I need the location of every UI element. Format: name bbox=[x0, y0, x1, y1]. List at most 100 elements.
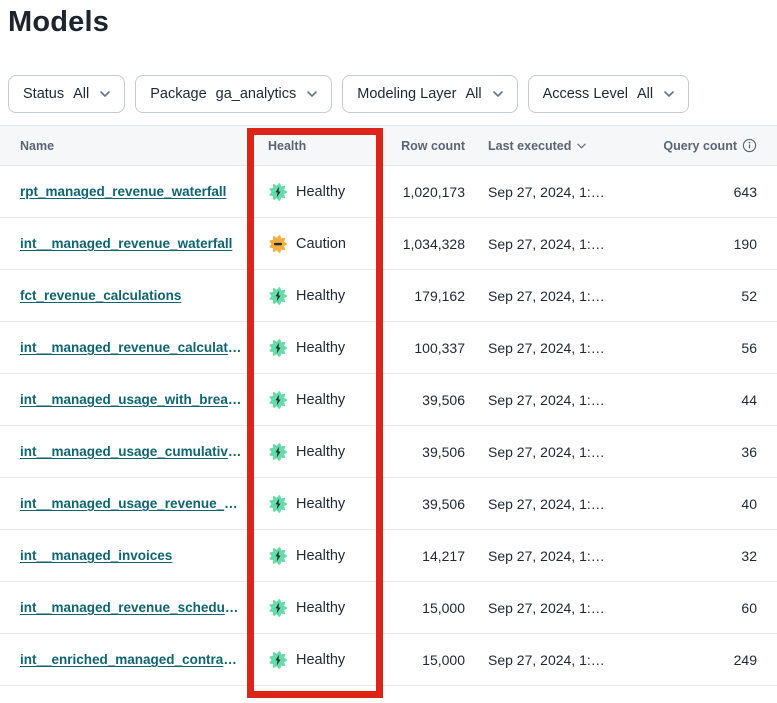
filter-package[interactable]: Package ga_analytics bbox=[135, 75, 332, 113]
health-label: Healthy bbox=[296, 496, 345, 512]
model-name-link[interactable]: int__enriched_managed_contracts bbox=[20, 652, 242, 667]
row-count-cell: 39,506 bbox=[383, 392, 473, 408]
chevron-down-icon bbox=[493, 91, 503, 97]
row-count-cell: 39,506 bbox=[383, 444, 473, 460]
filter-modeling-layer[interactable]: Modeling Layer All bbox=[342, 75, 517, 113]
health-badge-icon bbox=[268, 286, 288, 306]
info-icon[interactable] bbox=[742, 138, 757, 153]
model-name-link[interactable]: int__managed_usage_cumulative_… bbox=[20, 444, 242, 459]
last-executed-cell: Sep 27, 2024, 1:… bbox=[473, 340, 648, 356]
filter-label: Status bbox=[23, 86, 64, 102]
filter-value: All bbox=[637, 86, 653, 102]
filter-label: Access Level bbox=[543, 86, 628, 102]
query-count-cell: 40 bbox=[648, 496, 777, 512]
models-table: Name Health Row count Last executed Quer… bbox=[0, 125, 777, 686]
column-header-name: Name bbox=[0, 139, 250, 153]
health-label: Healthy bbox=[296, 340, 345, 356]
health-cell: Healthy bbox=[250, 286, 383, 306]
health-label: Healthy bbox=[296, 548, 345, 564]
table-row: int__managed_revenue_schedule_… Healthy … bbox=[0, 582, 777, 634]
health-cell: Healthy bbox=[250, 650, 383, 670]
filter-label: Package bbox=[150, 86, 206, 102]
row-count-cell: 1,034,328 bbox=[383, 236, 473, 252]
filter-bar: Status All Package ga_analytics Modeling… bbox=[8, 75, 777, 113]
health-cell: Healthy bbox=[250, 442, 383, 462]
column-header-query-count: Query count bbox=[648, 138, 777, 153]
chevron-down-icon bbox=[664, 91, 674, 97]
model-name-link[interactable]: int__managed_revenue_waterfall bbox=[20, 236, 242, 251]
last-executed-cell: Sep 27, 2024, 1:… bbox=[473, 236, 648, 252]
health-badge-icon bbox=[268, 442, 288, 462]
health-cell: Healthy bbox=[250, 182, 383, 202]
model-name-link[interactable]: int__managed_usage_with_breaka… bbox=[20, 392, 242, 407]
row-count-cell: 1,020,173 bbox=[383, 184, 473, 200]
health-badge-icon bbox=[268, 390, 288, 410]
table-row: int__managed_usage_cumulative_… Healthy … bbox=[0, 426, 777, 478]
row-count-cell: 100,337 bbox=[383, 340, 473, 356]
last-executed-cell: Sep 27, 2024, 1:… bbox=[473, 444, 648, 460]
row-count-cell: 39,506 bbox=[383, 496, 473, 512]
health-badge-icon bbox=[268, 598, 288, 618]
health-label: Healthy bbox=[296, 288, 345, 304]
filter-value: All bbox=[73, 86, 89, 102]
column-header-health: Health bbox=[250, 139, 383, 153]
query-count-cell: 36 bbox=[648, 444, 777, 460]
query-count-cell: 44 bbox=[648, 392, 777, 408]
last-executed-cell: Sep 27, 2024, 1:… bbox=[473, 652, 648, 668]
column-header-last-executed[interactable]: Last executed bbox=[473, 139, 648, 153]
column-header-label: Last executed bbox=[488, 139, 571, 153]
last-executed-cell: Sep 27, 2024, 1:… bbox=[473, 392, 648, 408]
model-name-link[interactable]: int__managed_revenue_schedule_… bbox=[20, 600, 242, 615]
row-count-cell: 15,000 bbox=[383, 652, 473, 668]
health-label: Healthy bbox=[296, 600, 345, 616]
table-row: int__managed_revenue_waterfall Caution 1… bbox=[0, 218, 777, 270]
chevron-down-icon bbox=[100, 91, 110, 97]
model-name-link[interactable]: int__managed_usage_revenue_sc… bbox=[20, 496, 242, 511]
row-count-cell: 179,162 bbox=[383, 288, 473, 304]
page-title: Models bbox=[8, 6, 777, 39]
health-badge-icon bbox=[268, 650, 288, 670]
health-badge-icon bbox=[268, 234, 288, 254]
row-count-cell: 15,000 bbox=[383, 600, 473, 616]
health-cell: Healthy bbox=[250, 598, 383, 618]
health-cell: Healthy bbox=[250, 390, 383, 410]
health-badge-icon bbox=[268, 182, 288, 202]
health-cell: Healthy bbox=[250, 338, 383, 358]
query-count-cell: 32 bbox=[648, 548, 777, 564]
health-cell: Healthy bbox=[250, 546, 383, 566]
filter-access-level[interactable]: Access Level All bbox=[528, 75, 690, 113]
query-count-cell: 249 bbox=[648, 652, 777, 668]
health-label: Healthy bbox=[296, 184, 345, 200]
table-body: rpt_managed_revenue_waterfall Healthy 1,… bbox=[0, 166, 777, 686]
last-executed-cell: Sep 27, 2024, 1:… bbox=[473, 600, 648, 616]
filter-value: All bbox=[465, 86, 481, 102]
filter-value: ga_analytics bbox=[216, 86, 297, 102]
query-count-cell: 60 bbox=[648, 600, 777, 616]
table-row: int__managed_usage_revenue_sc… Healthy 3… bbox=[0, 478, 777, 530]
row-count-cell: 14,217 bbox=[383, 548, 473, 564]
last-executed-cell: Sep 27, 2024, 1:… bbox=[473, 184, 648, 200]
query-count-cell: 190 bbox=[648, 236, 777, 252]
model-name-link[interactable]: int__managed_revenue_calculations bbox=[20, 340, 242, 355]
chevron-down-icon bbox=[307, 91, 317, 97]
health-cell: Healthy bbox=[250, 494, 383, 514]
table-row: int__managed_revenue_calculations Health… bbox=[0, 322, 777, 374]
filter-status[interactable]: Status All bbox=[8, 75, 125, 113]
health-label: Healthy bbox=[296, 652, 345, 668]
model-name-link[interactable]: int__managed_invoices bbox=[20, 548, 242, 563]
last-executed-cell: Sep 27, 2024, 1:… bbox=[473, 288, 648, 304]
table-row: fct_revenue_calculations Healthy 179,162… bbox=[0, 270, 777, 322]
table-header-row: Name Health Row count Last executed Quer… bbox=[0, 125, 777, 166]
query-count-cell: 56 bbox=[648, 340, 777, 356]
health-badge-icon bbox=[268, 338, 288, 358]
model-name-link[interactable]: fct_revenue_calculations bbox=[20, 288, 242, 303]
health-label: Caution bbox=[296, 236, 346, 252]
health-label: Healthy bbox=[296, 392, 345, 408]
filter-label: Modeling Layer bbox=[357, 86, 456, 102]
query-count-cell: 643 bbox=[648, 184, 777, 200]
table-row: int__managed_invoices Healthy 14,217 Sep… bbox=[0, 530, 777, 582]
model-name-link[interactable]: rpt_managed_revenue_waterfall bbox=[20, 184, 242, 199]
table-row: int__managed_usage_with_breaka… Healthy … bbox=[0, 374, 777, 426]
table-row: rpt_managed_revenue_waterfall Healthy 1,… bbox=[0, 166, 777, 218]
health-badge-icon bbox=[268, 546, 288, 566]
